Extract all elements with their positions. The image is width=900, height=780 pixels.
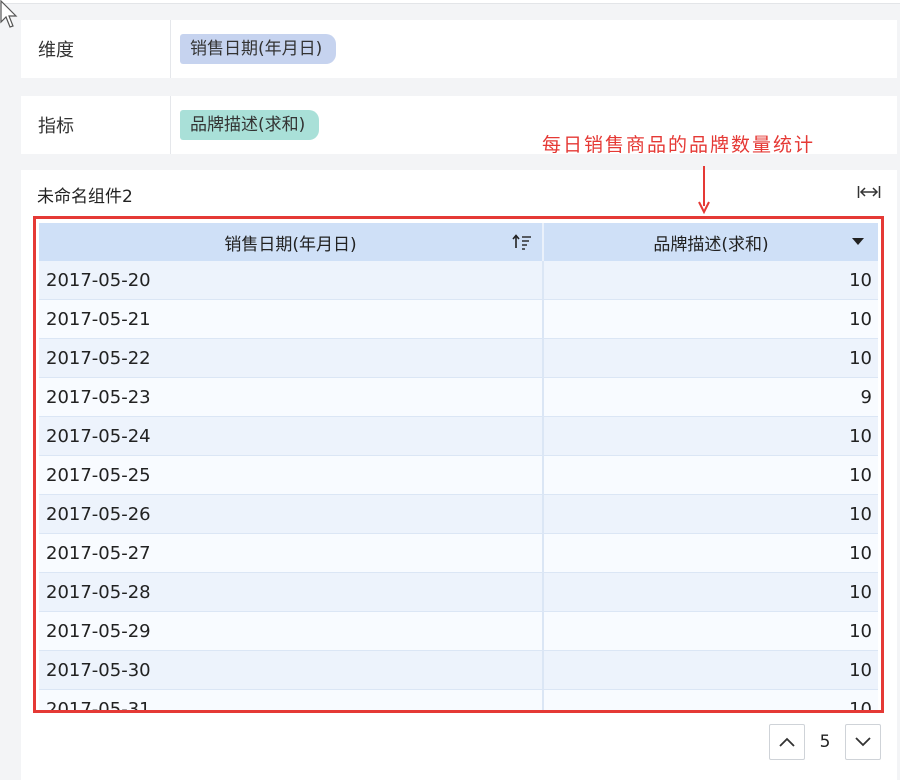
- annotation-text: 每日销售商品的品牌数量统计: [542, 134, 816, 156]
- pagination: 5: [769, 724, 881, 760]
- dimension-row: 维度 销售日期(年月日): [21, 20, 897, 78]
- value-cell: 10: [849, 347, 872, 369]
- dimension-chip[interactable]: 销售日期(年月日): [180, 34, 337, 64]
- date-cell: 2017-05-23: [39, 378, 544, 416]
- table-row: 2017-05-20 10: [39, 261, 878, 300]
- chevron-up-icon: [779, 737, 795, 747]
- value-cell: 10: [849, 269, 872, 291]
- table-row: 2017-05-25 10: [39, 456, 878, 495]
- date-cell: 2017-05-21: [39, 300, 544, 338]
- component-title[interactable]: 未命名组件2: [37, 182, 133, 207]
- top-divider: [0, 0, 900, 4]
- date-cell: 2017-05-22: [39, 339, 544, 377]
- table-row: 2017-05-31 10: [39, 690, 878, 713]
- value-cell: 10: [849, 581, 872, 603]
- data-table: 销售日期(年月日) 品牌描述(求和) 2017-05-20 10 2017-05…: [33, 216, 884, 713]
- table-row: 2017-05-27 10: [39, 534, 878, 573]
- measure-label: 指标: [21, 96, 171, 154]
- column-header-brand[interactable]: 品牌描述(求和): [544, 223, 878, 261]
- table-row: 2017-05-24 10: [39, 417, 878, 456]
- column-header-date-label: 销售日期(年月日): [224, 234, 357, 255]
- date-cell: 2017-05-26: [39, 495, 544, 533]
- date-cell: 2017-05-30: [39, 651, 544, 689]
- mouse-cursor-icon: [0, 0, 18, 28]
- value-cell: 10: [849, 542, 872, 564]
- expand-width-icon[interactable]: [857, 184, 881, 200]
- date-cell: 2017-05-24: [39, 417, 544, 455]
- table-row: 2017-05-23 9: [39, 378, 878, 417]
- sort-ascending-icon[interactable]: [512, 234, 532, 250]
- dimension-label: 维度: [21, 20, 171, 78]
- date-cell: 2017-05-25: [39, 456, 544, 494]
- caret-down-icon[interactable]: [852, 238, 864, 246]
- value-cell: 10: [849, 503, 872, 525]
- value-cell: 10: [849, 659, 872, 681]
- current-page: 5: [819, 732, 831, 752]
- value-cell: 10: [849, 425, 872, 447]
- date-cell: 2017-05-27: [39, 534, 544, 572]
- chevron-down-icon: [855, 737, 871, 747]
- value-cell: 10: [849, 464, 872, 486]
- column-header-date[interactable]: 销售日期(年月日): [39, 223, 544, 261]
- table-row: 2017-05-30 10: [39, 651, 878, 690]
- annotation-arrow-icon: [698, 166, 710, 214]
- table-row: 2017-05-22 10: [39, 339, 878, 378]
- table-row: 2017-05-28 10: [39, 573, 878, 612]
- date-cell: 2017-05-20: [39, 261, 544, 299]
- table-header: 销售日期(年月日) 品牌描述(求和): [39, 223, 878, 261]
- date-cell: 2017-05-29: [39, 612, 544, 650]
- next-page-button[interactable]: [845, 724, 881, 760]
- date-cell: 2017-05-31: [39, 690, 544, 710]
- value-cell: 10: [849, 620, 872, 642]
- table-row: 2017-05-21 10: [39, 300, 878, 339]
- table-row: 2017-05-29 10: [39, 612, 878, 651]
- value-cell: 9: [860, 386, 872, 408]
- column-header-brand-label: 品牌描述(求和): [653, 234, 769, 255]
- vertical-scrollbar[interactable]: [882, 269, 884, 501]
- value-cell: 10: [849, 308, 872, 330]
- value-cell: 10: [849, 698, 872, 713]
- date-cell: 2017-05-28: [39, 573, 544, 611]
- measure-chip[interactable]: 品牌描述(求和): [180, 110, 320, 140]
- table-row: 2017-05-26 10: [39, 495, 878, 534]
- prev-page-button[interactable]: [769, 724, 805, 760]
- table-body: 2017-05-20 10 2017-05-21 10 2017-05-22 1…: [39, 261, 878, 713]
